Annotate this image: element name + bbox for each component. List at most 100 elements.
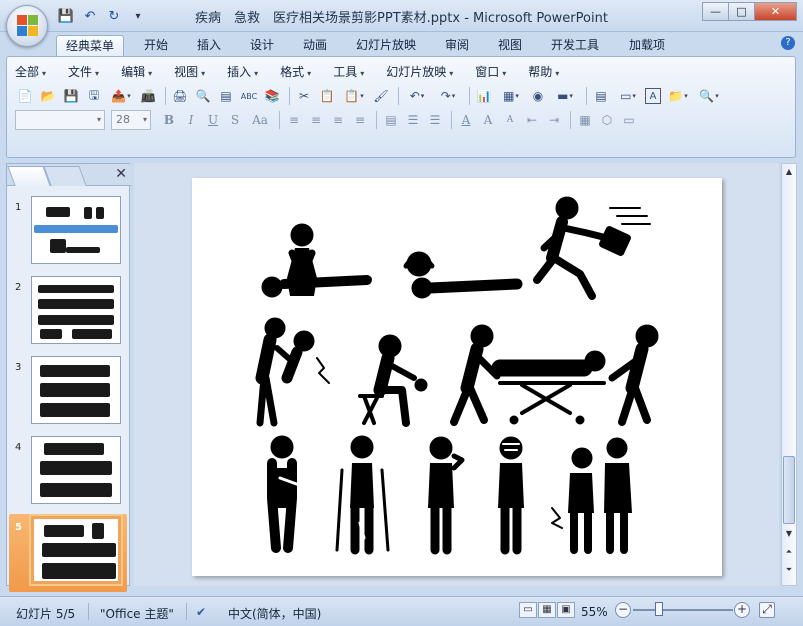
- chart-icon[interactable]: 📊: [474, 86, 494, 106]
- maximize-button[interactable]: □: [728, 2, 755, 21]
- columns-button[interactable]: ▤: [381, 110, 401, 130]
- grayscale-icon[interactable]: ◉: [528, 86, 548, 106]
- current-slide[interactable]: [192, 178, 722, 576]
- menu-help[interactable]: 帮助 ▾: [528, 63, 559, 81]
- close-icon[interactable]: ✕: [115, 166, 127, 182]
- open-icon[interactable]: 📂: [38, 86, 58, 106]
- menu-format[interactable]: 格式 ▾: [280, 63, 311, 81]
- decrease-indent-button[interactable]: ⇤: [522, 110, 542, 130]
- increase-indent-button[interactable]: ⇥: [544, 110, 564, 130]
- menu-view[interactable]: 视图 ▾: [174, 63, 205, 81]
- fit-to-window-icon[interactable]: ⤢: [759, 602, 775, 618]
- align-center-button[interactable]: ≡: [306, 110, 326, 130]
- slide-editor[interactable]: [134, 163, 779, 586]
- title-bar: 💾 ↶ ↻ ▾ 疾病 急救 医疗相关场景剪影PPT素材.pptx - Micro…: [0, 0, 803, 32]
- zoom-in-button[interactable]: +: [734, 602, 750, 618]
- close-button[interactable]: ✕: [754, 2, 797, 21]
- sorter-view-button[interactable]: ▦: [538, 602, 556, 618]
- spelling-icon[interactable]: ABC: [239, 86, 259, 106]
- scroll-up-icon[interactable]: ▲: [783, 166, 795, 178]
- menu-slideshow[interactable]: 幻灯片放映 ▾: [386, 63, 453, 81]
- menu-all[interactable]: 全部 ▾: [15, 63, 46, 81]
- find-icon[interactable]: 🔍 ▾: [695, 86, 723, 106]
- new-slide-icon[interactable]: ▤: [591, 86, 611, 106]
- menu-edit[interactable]: 编辑 ▾: [121, 63, 152, 81]
- cut-icon[interactable]: ✂: [294, 86, 314, 106]
- slideshow-view-button[interactable]: ▣: [557, 602, 575, 618]
- zoom-slider-track[interactable]: [633, 609, 733, 611]
- format-painter-icon[interactable]: 🖌: [371, 86, 391, 106]
- minimize-button[interactable]: —: [702, 2, 729, 21]
- bold-button[interactable]: B: [159, 110, 179, 130]
- menu-window[interactable]: 窗口 ▾: [475, 63, 506, 81]
- tab-outline[interactable]: [43, 166, 87, 186]
- print-preview-icon[interactable]: 🔍: [193, 86, 213, 106]
- menu-tools[interactable]: 工具 ▾: [333, 63, 364, 81]
- color-icon[interactable]: ▬ ▾: [551, 86, 579, 106]
- tab-animation[interactable]: 动画: [294, 35, 336, 56]
- tab-slideshow[interactable]: 幻灯片放映: [347, 35, 425, 56]
- normal-view-button[interactable]: ▭: [519, 602, 537, 618]
- slide-thumbnail-2[interactable]: [31, 276, 121, 344]
- align-left-button[interactable]: ≡: [284, 110, 304, 130]
- next-slide-icon[interactable]: ⏷: [783, 564, 795, 576]
- font-color-button[interactable]: A: [456, 110, 476, 130]
- design-button[interactable]: ▦: [575, 110, 595, 130]
- scrollbar-thumb[interactable]: [783, 456, 795, 524]
- italic-button[interactable]: I: [181, 110, 201, 130]
- help-icon[interactable]: ?: [781, 36, 795, 50]
- redo-dropdown-icon[interactable]: ↷ ▾: [434, 86, 462, 106]
- save-icon[interactable]: 💾: [61, 86, 81, 106]
- shrink-font-button[interactable]: A: [500, 110, 520, 130]
- save-as-icon[interactable]: 🖫: [84, 86, 104, 106]
- tab-home[interactable]: 开始: [135, 35, 177, 56]
- menu-file[interactable]: 文件 ▾: [68, 63, 99, 81]
- bullets-button[interactable]: ☰: [425, 110, 445, 130]
- prev-slide-icon[interactable]: ⏶: [783, 546, 795, 558]
- grow-font-button[interactable]: A: [478, 110, 498, 130]
- tab-view[interactable]: 视图: [489, 35, 531, 56]
- tab-design[interactable]: 设计: [241, 35, 283, 56]
- slide-layout-icon[interactable]: ▭ ▾: [614, 86, 642, 106]
- publish-icon[interactable]: 📤 ▾: [107, 86, 135, 106]
- tab-developer[interactable]: 开发工具: [542, 35, 608, 56]
- change-case-button[interactable]: Aa: [247, 110, 273, 130]
- tab-classic-menu[interactable]: 经典菜单: [56, 35, 125, 56]
- menu-insert[interactable]: 插入 ▾: [227, 63, 258, 81]
- vertical-scrollbar[interactable]: ▲ ▼ ⏶ ⏷: [781, 163, 797, 586]
- justify-button[interactable]: ≡: [350, 110, 370, 130]
- zoom-level[interactable]: 55%: [581, 605, 608, 619]
- tab-insert[interactable]: 插入: [188, 35, 230, 56]
- tab-addins[interactable]: 加载项: [620, 35, 674, 56]
- scroll-down-icon[interactable]: ▼: [783, 528, 795, 540]
- copy-icon[interactable]: 📋: [317, 86, 337, 106]
- font-name-dropdown[interactable]: ▾: [15, 110, 105, 130]
- underline-button[interactable]: U: [203, 110, 223, 130]
- slide-thumbnail-5[interactable]: [31, 516, 121, 584]
- table-icon[interactable]: ▦ ▾: [497, 86, 525, 106]
- align-right-button[interactable]: ≡: [328, 110, 348, 130]
- fax-icon[interactable]: 📠: [138, 86, 158, 106]
- paste-icon[interactable]: 📋 ▾: [340, 86, 368, 106]
- text-box-icon[interactable]: A: [645, 88, 661, 104]
- shapes-button[interactable]: ⬡: [597, 110, 617, 130]
- folder-icon[interactable]: 📁 ▾: [664, 86, 692, 106]
- numbering-button[interactable]: ☰: [403, 110, 423, 130]
- print-icon[interactable]: 🖨: [170, 86, 190, 106]
- slide-thumbnail-1[interactable]: [31, 196, 121, 264]
- separator: [88, 603, 89, 620]
- layout-icon[interactable]: ▤: [216, 86, 236, 106]
- research-icon[interactable]: 📚: [262, 86, 282, 106]
- office-button[interactable]: [6, 5, 48, 47]
- tab-review[interactable]: 审阅: [436, 35, 478, 56]
- slide-button[interactable]: ▭: [619, 110, 639, 130]
- undo-dropdown-icon[interactable]: ↶ ▾: [403, 86, 431, 106]
- spell-check-icon[interactable]: ✔: [196, 605, 206, 619]
- font-size-dropdown[interactable]: 28 ▾: [111, 110, 151, 130]
- new-icon[interactable]: 📄: [15, 86, 35, 106]
- slide-thumbnail-4[interactable]: [31, 436, 121, 504]
- shadow-button[interactable]: S: [225, 110, 245, 130]
- zoom-slider-thumb[interactable]: [655, 602, 663, 616]
- zoom-out-button[interactable]: −: [615, 602, 631, 618]
- slide-thumbnail-3[interactable]: [31, 356, 121, 424]
